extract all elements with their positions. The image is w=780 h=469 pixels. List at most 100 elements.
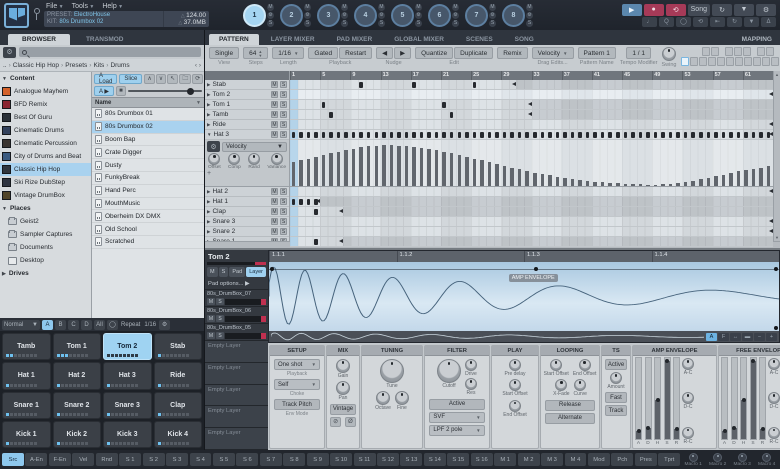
step-note[interactable] (729, 132, 733, 138)
pad-solo-button[interactable]: S (378, 20, 385, 27)
velocity-bar[interactable] (654, 185, 658, 186)
velocity-bar[interactable] (556, 177, 560, 186)
toolbar-velocity-button[interactable]: Velocity▼ (532, 47, 574, 59)
track-lane-snare-3[interactable] (290, 217, 773, 227)
places-section-header[interactable]: ▼Places (0, 202, 91, 215)
browser-settings-button[interactable]: ⚙ (3, 47, 16, 58)
track-solo-button[interactable]: S (280, 101, 287, 108)
track-mute-button[interactable]: M (271, 111, 278, 118)
step-note[interactable] (563, 132, 567, 138)
breadcrumb-item[interactable]: .. (3, 62, 7, 69)
breadcrumb-nav-arrows[interactable]: ‹ › (195, 62, 201, 69)
toolbar-remix-button[interactable]: Remix (497, 47, 527, 59)
track-mute-button[interactable]: M (271, 198, 278, 205)
layer-solo-button[interactable]: S (216, 315, 224, 322)
transmod-s6[interactable]: S 6 (236, 453, 258, 466)
velocity-bar[interactable] (737, 171, 741, 186)
step-note[interactable] (571, 132, 575, 138)
tab-pattern[interactable]: PATTERN (209, 34, 259, 45)
track-solo-button[interactable]: S (280, 121, 287, 128)
transmod-m3[interactable]: M 3 (541, 453, 563, 466)
step-note[interactable] (624, 132, 628, 138)
velocity-bar[interactable] (684, 182, 688, 186)
step-note[interactable] (646, 132, 650, 138)
step-note[interactable] (684, 132, 688, 138)
pad-solo-button[interactable]: S (452, 20, 459, 27)
fine-knob[interactable] (395, 391, 409, 405)
content-item[interactable]: Cinematic Drums (0, 124, 91, 137)
sync-menu-button[interactable]: ▼ (744, 17, 759, 27)
search-input[interactable] (19, 47, 201, 57)
transmod-vel[interactable]: Vel (72, 453, 94, 466)
drives-section-header[interactable]: ▶Drives (0, 267, 91, 280)
track-mute-button[interactable]: M (271, 218, 278, 225)
r-c-curve-knob[interactable] (768, 427, 780, 439)
pad-options-button[interactable]: Pad options... ▶ (205, 279, 268, 290)
pre-delay-knob[interactable] (509, 359, 521, 371)
velocity-bar[interactable] (624, 184, 628, 186)
track-header-tom-1[interactable]: ▶Tom 1MS (205, 100, 289, 110)
step-note[interactable] (616, 132, 620, 138)
velocity-bar[interactable] (473, 159, 477, 186)
velocity-bar[interactable] (691, 181, 695, 186)
track-solo-button[interactable]: S (280, 91, 287, 98)
velocity-bar[interactable] (744, 170, 748, 186)
velocity-bar[interactable] (390, 145, 394, 186)
pad-settings-icon[interactable]: ⚙ (159, 320, 170, 330)
sync-button[interactable]: ↻ (727, 17, 742, 27)
track-mute-button[interactable]: M (271, 101, 278, 108)
track-lane-snare-2[interactable] (290, 227, 773, 237)
step-note[interactable] (654, 132, 658, 138)
transmod-s7[interactable]: S 7 (260, 453, 282, 466)
undo-button[interactable]: ↻ (712, 4, 732, 16)
pad-bank-a[interactable]: A (42, 320, 53, 330)
preset-display[interactable]: PRESET:ElectroHouse KIT:80s Drumbox 02 1… (44, 11, 209, 27)
track-mute-button[interactable]: M (271, 208, 278, 215)
toolbar-restart-button[interactable]: Restart (339, 47, 372, 59)
transmod-a-en[interactable]: A-En (25, 453, 47, 466)
pattern-end-marker[interactable] (339, 239, 343, 243)
track-expand-icon[interactable]: ▶ (207, 112, 210, 118)
step-note[interactable] (541, 132, 545, 138)
pad-settings-icon[interactable]: ⚙ (452, 12, 459, 19)
track-lane-clap[interactable] (290, 207, 773, 217)
step-note[interactable] (495, 132, 499, 138)
step-note[interactable] (473, 132, 477, 138)
repeat-label[interactable]: Repeat (120, 322, 141, 328)
track-header-tom-2[interactable]: ▶Tom 2MS (205, 90, 289, 100)
pad-bank-c[interactable]: C (68, 320, 79, 330)
velocity-bar[interactable] (593, 182, 597, 186)
comp-knob[interactable] (228, 153, 240, 165)
pad-bank-b[interactable]: B (55, 320, 66, 330)
pattern-slot[interactable] (717, 57, 725, 66)
pattern-end-marker[interactable] (528, 112, 532, 116)
pad-solo-button[interactable]: S (489, 20, 496, 27)
track-solo-button[interactable]: S (280, 218, 287, 225)
octave-knob[interactable] (376, 391, 390, 405)
drive-knob[interactable] (465, 359, 477, 371)
tab-transmod[interactable]: TRANSMOD (72, 34, 138, 45)
step-note[interactable] (292, 199, 296, 205)
step-note[interactable] (329, 132, 333, 138)
track-expand-icon[interactable]: ▶ (207, 209, 210, 215)
places-item[interactable]: Sampler Captures (0, 228, 91, 241)
pad-bank-d[interactable]: D (81, 320, 92, 330)
velocity-bar[interactable] (586, 181, 590, 186)
track-expand-icon[interactable]: ▼ (207, 132, 211, 137)
free-env-a-slider[interactable] (721, 357, 728, 440)
file-row[interactable]: Boom Bap (92, 134, 204, 147)
step-note[interactable] (676, 132, 680, 138)
pattern-slot[interactable] (753, 57, 761, 66)
pad-kick-2[interactable]: Kick 2 (53, 421, 102, 448)
track-solo-button[interactable]: S (280, 228, 287, 235)
velocity-bar[interactable] (412, 147, 416, 186)
step-note[interactable] (465, 132, 469, 138)
transmod-s15[interactable]: S 15 (447, 453, 469, 466)
transmod-s16[interactable]: S 16 (471, 453, 493, 466)
pattern-slot[interactable] (711, 47, 719, 56)
toolbar-1-1-button[interactable]: 1 / 1 (626, 47, 651, 59)
content-item[interactable]: Vintage DrumBox (0, 189, 91, 202)
track-solo-button[interactable]: S (280, 111, 287, 118)
velocity-bar[interactable] (307, 159, 311, 186)
inspector-layer-tab[interactable]: Layer (246, 267, 266, 277)
